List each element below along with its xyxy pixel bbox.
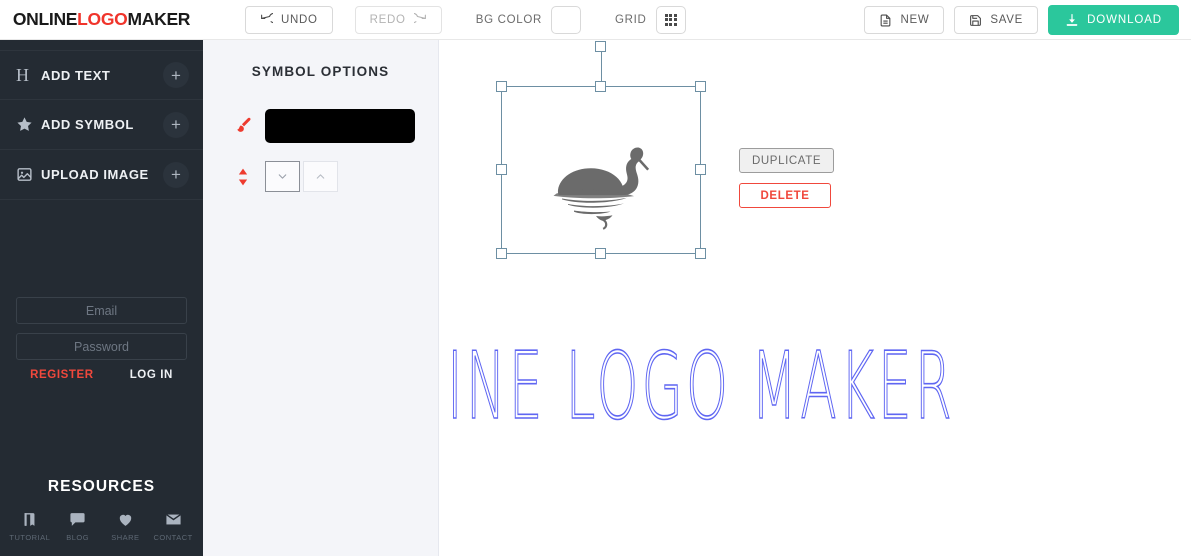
document-icon — [879, 14, 892, 27]
resize-handle-middle-left[interactable] — [496, 164, 507, 175]
resource-label: SHARE — [111, 533, 140, 542]
header-actions: NEW SAVE DOWNLOAD — [864, 0, 1179, 40]
sidebar-item-add-text[interactable]: H ADD TEXT + — [0, 50, 203, 100]
sidebar-item-label: ADD SYMBOL — [41, 117, 134, 132]
resize-handle-bottom-left[interactable] — [496, 248, 507, 259]
download-icon — [1065, 13, 1079, 27]
floppy-disk-icon — [969, 14, 982, 27]
resources-section: RESOURCES TUTORIAL BLOG SHARE CONTACT — [0, 478, 203, 556]
save-label: SAVE — [990, 14, 1024, 26]
resources-list: TUTORIAL BLOG SHARE CONTACT — [6, 510, 197, 542]
app-header: ONLINELOGOMAKER UNDO REDO BG COLOR GRID — [0, 0, 1191, 40]
book-icon — [21, 510, 38, 528]
resource-item-tutorial[interactable]: TUTORIAL — [6, 510, 54, 542]
sidebar-spacer-lower — [0, 381, 203, 478]
selection-box[interactable] — [496, 41, 706, 259]
resize-handle-top-right[interactable] — [695, 81, 706, 92]
online-logo-maker-app: ONLINELOGOMAKER UNDO REDO BG COLOR GRID — [0, 0, 1191, 556]
heart-icon — [117, 510, 134, 528]
image-icon — [16, 166, 38, 183]
swan-symbol-icon[interactable] — [542, 137, 672, 237]
bg-color-swatch-button[interactable] — [551, 5, 582, 34]
new-label: NEW — [900, 14, 930, 26]
sidebar-item-label: ADD TEXT — [41, 67, 111, 83]
add-symbol-plus-button[interactable]: + — [163, 111, 189, 138]
grid-toggle-button[interactable] — [655, 5, 686, 34]
app-logo[interactable]: ONLINELOGOMAKER — [0, 9, 203, 30]
redo-icon — [413, 13, 427, 26]
resource-label: TUTORIAL — [9, 533, 51, 542]
grid-icon — [664, 13, 677, 26]
rotate-handle[interactable] — [595, 41, 606, 52]
resource-item-contact[interactable]: CONTACT — [149, 510, 197, 542]
download-label: DOWNLOAD — [1087, 14, 1162, 26]
star-icon — [16, 116, 38, 133]
resource-label: CONTACT — [153, 533, 193, 542]
email-field[interactable] — [16, 297, 187, 324]
bg-color-label: BG COLOR — [475, 13, 543, 26]
password-field[interactable] — [16, 333, 187, 360]
redo-button[interactable]: REDO — [354, 5, 442, 34]
updown-arrows-icon — [221, 167, 265, 187]
download-button[interactable]: DOWNLOAD — [1048, 5, 1179, 35]
design-canvas[interactable]: DUPLICATE DELETE INE LOGO MAKER — [439, 40, 1191, 556]
layer-buttons — [265, 161, 338, 192]
resources-title: RESOURCES — [47, 478, 156, 495]
save-button[interactable]: SAVE — [954, 6, 1039, 34]
logo-text-object[interactable]: INE LOGO MAKER — [447, 339, 953, 434]
register-link[interactable]: REGISTER — [30, 369, 94, 381]
resize-handle-top-center[interactable] — [595, 81, 606, 92]
add-text-plus-button[interactable]: + — [163, 62, 189, 88]
auth-form: REGISTER LOG IN — [0, 297, 203, 381]
object-actions: DUPLICATE DELETE — [739, 148, 835, 208]
upload-image-plus-button[interactable]: + — [163, 161, 189, 188]
envelope-icon — [165, 510, 182, 528]
text-h-icon: H — [16, 65, 29, 85]
duplicate-button[interactable]: DUPLICATE — [739, 148, 835, 173]
redo-label: REDO — [369, 13, 406, 26]
resize-handle-top-left[interactable] — [496, 81, 507, 92]
panel-title: SYMBOL OPTIONS — [251, 64, 390, 79]
symbol-options-panel: SYMBOL OPTIONS — [203, 40, 439, 556]
resize-handle-bottom-center[interactable] — [595, 248, 606, 259]
undo-icon — [260, 13, 273, 26]
new-button[interactable]: NEW — [864, 6, 945, 34]
auth-links: REGISTER LOG IN — [16, 369, 187, 381]
resource-label: BLOG — [66, 533, 90, 542]
send-backward-button[interactable] — [265, 161, 300, 192]
undo-button[interactable]: UNDO — [245, 5, 333, 34]
brand-part-logo: LOGO — [77, 9, 128, 29]
sidebar-item-upload-image[interactable]: UPLOAD IMAGE + — [0, 150, 203, 200]
undo-label: UNDO — [281, 13, 318, 26]
delete-button[interactable]: DELETE — [739, 183, 831, 208]
sidebar-item-label: UPLOAD IMAGE — [41, 167, 149, 182]
brand-part-maker: MAKER — [127, 9, 191, 29]
bring-forward-button[interactable] — [303, 161, 338, 192]
grid-group: GRID — [615, 5, 686, 34]
sidebar-item-add-symbol[interactable]: ADD SYMBOL + — [0, 100, 203, 150]
sidebar: H ADD TEXT + ADD SYMBOL + UPLOAD IMAGE +… — [0, 40, 203, 556]
paintbrush-icon — [221, 116, 265, 136]
resource-item-share[interactable]: SHARE — [102, 510, 150, 542]
resize-handle-middle-right[interactable] — [695, 164, 706, 175]
symbol-color-swatch[interactable] — [265, 109, 415, 143]
bg-color-group: BG COLOR — [475, 5, 582, 34]
login-link[interactable]: LOG IN — [130, 369, 173, 381]
brand-part-online: ONLINE — [12, 9, 78, 29]
resource-item-blog[interactable]: BLOG — [54, 510, 102, 542]
speech-bubble-icon — [69, 510, 86, 528]
color-option-row — [203, 109, 438, 143]
resize-handle-bottom-right[interactable] — [695, 248, 706, 259]
app-body: H ADD TEXT + ADD SYMBOL + UPLOAD IMAGE +… — [0, 40, 1191, 556]
layer-option-row — [203, 161, 438, 192]
sidebar-tools: H ADD TEXT + ADD SYMBOL + UPLOAD IMAGE + — [0, 40, 203, 200]
grid-label: GRID — [615, 13, 647, 26]
header-tools: UNDO REDO BG COLOR GRID — [245, 5, 686, 34]
